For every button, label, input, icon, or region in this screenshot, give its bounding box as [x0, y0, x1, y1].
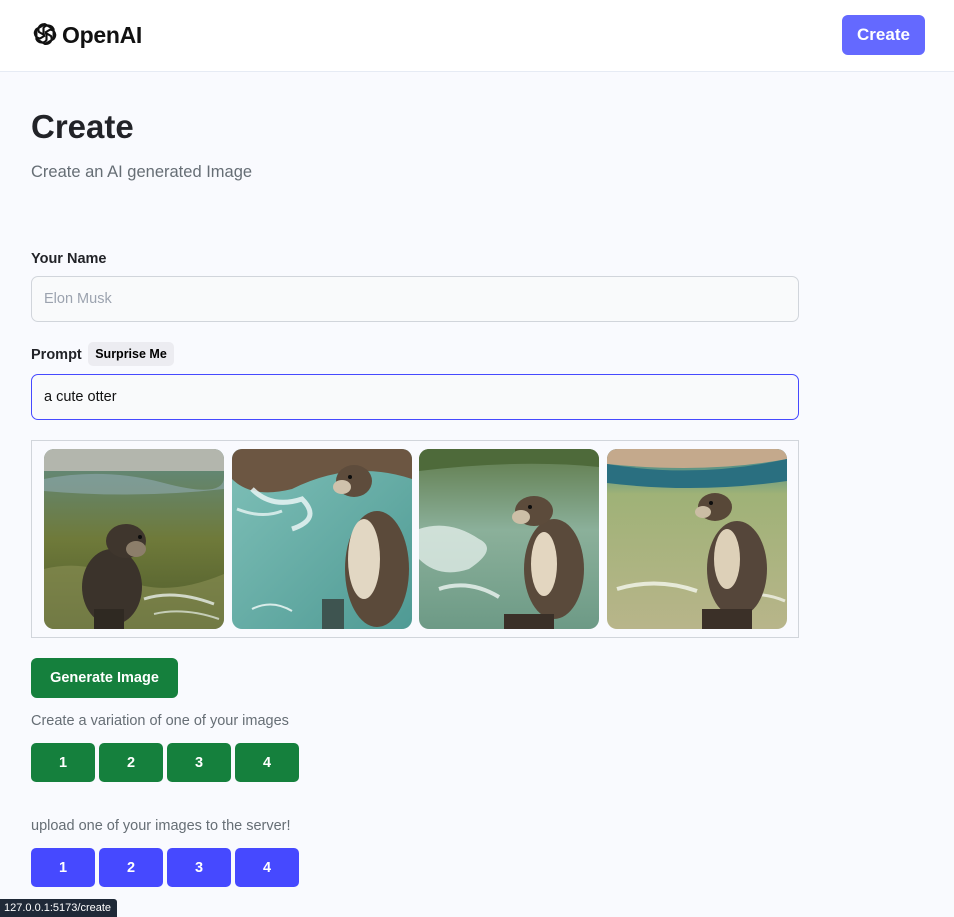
openai-logo[interactable]: OpenAI [31, 20, 142, 50]
generated-image-4[interactable] [607, 449, 787, 629]
upload-note: upload one of your images to the server! [31, 818, 291, 834]
otter-image-3 [419, 449, 599, 629]
prompt-label: Prompt [31, 347, 82, 363]
otter-image-2 [232, 449, 412, 629]
otter-image-1 [44, 449, 224, 629]
logo-text: OpenAI [62, 21, 142, 48]
image-gallery [31, 440, 799, 638]
generated-image-2[interactable] [232, 449, 412, 629]
generate-image-button[interactable]: Generate Image [31, 658, 178, 698]
prompt-input[interactable]: a cute otter [31, 374, 799, 420]
openai-logo-icon [33, 23, 57, 46]
create-nav-button[interactable]: Create [842, 15, 925, 55]
variation-button-3[interactable]: 3 [167, 743, 231, 782]
variation-button-4[interactable]: 4 [235, 743, 299, 782]
variation-button-1[interactable]: 1 [31, 743, 95, 782]
generated-image-1[interactable] [44, 449, 224, 629]
name-label: Your Name [31, 251, 107, 267]
otter-image-4 [607, 449, 787, 629]
variation-button-2[interactable]: 2 [99, 743, 163, 782]
name-input[interactable]: Elon Musk [31, 276, 799, 322]
surprise-me-button[interactable]: Surprise Me [88, 342, 174, 366]
upload-button-1[interactable]: 1 [31, 848, 95, 887]
variation-note: Create a variation of one of your images [31, 713, 289, 729]
page-title: Create [31, 108, 134, 145]
page-subtitle: Create an AI generated Image [31, 163, 253, 181]
upload-button-3[interactable]: 3 [167, 848, 231, 887]
upload-button-4[interactable]: 4 [235, 848, 299, 887]
upload-button-2[interactable]: 2 [99, 848, 163, 887]
header: OpenAI Create [0, 0, 954, 72]
generated-image-3[interactable] [419, 449, 599, 629]
status-bar-url: 127.0.0.1:5173/create [0, 899, 117, 917]
